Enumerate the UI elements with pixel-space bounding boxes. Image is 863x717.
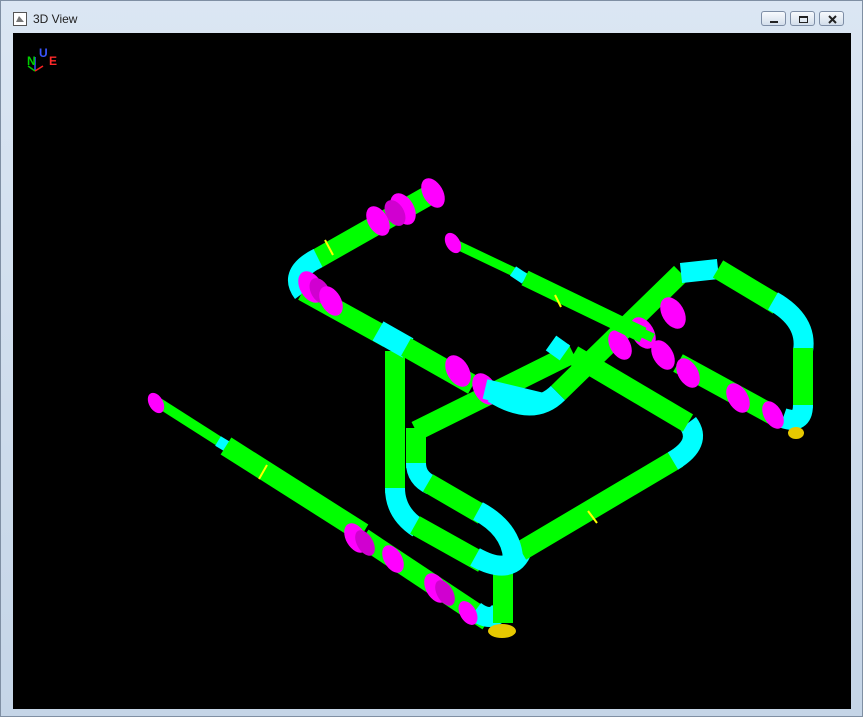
- minimize-icon: [770, 21, 778, 23]
- window-title: 3D View: [33, 12, 78, 26]
- minimize-button[interactable]: [761, 11, 786, 26]
- title-bar[interactable]: 3D View: [1, 1, 862, 33]
- pipe-reducer[interactable]: [509, 266, 529, 284]
- pipe-elbow[interactable]: [679, 259, 720, 283]
- compass-north-label: N: [27, 54, 36, 68]
- close-icon: [828, 15, 837, 24]
- restore-button[interactable]: [790, 11, 815, 26]
- compass-east-label: E: [49, 54, 57, 68]
- window-app-icon: [13, 12, 27, 26]
- restore-icon: [799, 16, 808, 23]
- 3d-viewport[interactable]: N U E: [13, 33, 851, 709]
- pipe-support: [488, 624, 516, 638]
- pipe-tee[interactable]: [545, 335, 571, 361]
- window-frame: 3D View N U E: [0, 0, 863, 717]
- compass-up-label: U: [39, 46, 48, 60]
- close-button[interactable]: [819, 11, 844, 26]
- pipe-tee[interactable]: [372, 321, 414, 358]
- window-right-border: [851, 33, 862, 709]
- piping-model[interactable]: N U E: [13, 33, 851, 709]
- pipe-support: [788, 427, 804, 439]
